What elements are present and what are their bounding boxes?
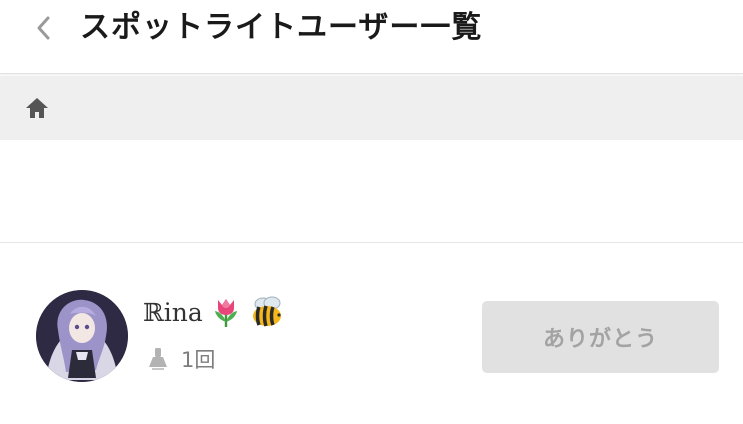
bee-icon <box>249 296 285 328</box>
home-button[interactable] <box>24 96 50 120</box>
list-item: ℝina 1回 ありがとう <box>0 244 743 424</box>
spotlight-count: 1回 <box>181 348 216 372</box>
avatar[interactable] <box>36 290 128 382</box>
content-spacer <box>0 140 743 243</box>
tulip-icon <box>211 296 241 328</box>
app-header: スポットライトユーザー一覧 <box>0 0 743 74</box>
spotlight-count-row: 1回 <box>147 344 215 374</box>
breadcrumb <box>0 76 743 140</box>
chevron-left-icon <box>37 16 50 40</box>
user-name-row: ℝina <box>143 294 285 330</box>
back-button[interactable] <box>28 12 60 44</box>
thank-you-button[interactable]: ありがとう <box>482 301 719 373</box>
page-title: スポットライトユーザー一覧 <box>80 10 483 45</box>
user-name[interactable]: ℝina <box>143 298 203 327</box>
spotlight-icon <box>149 348 167 370</box>
home-icon <box>26 98 48 118</box>
